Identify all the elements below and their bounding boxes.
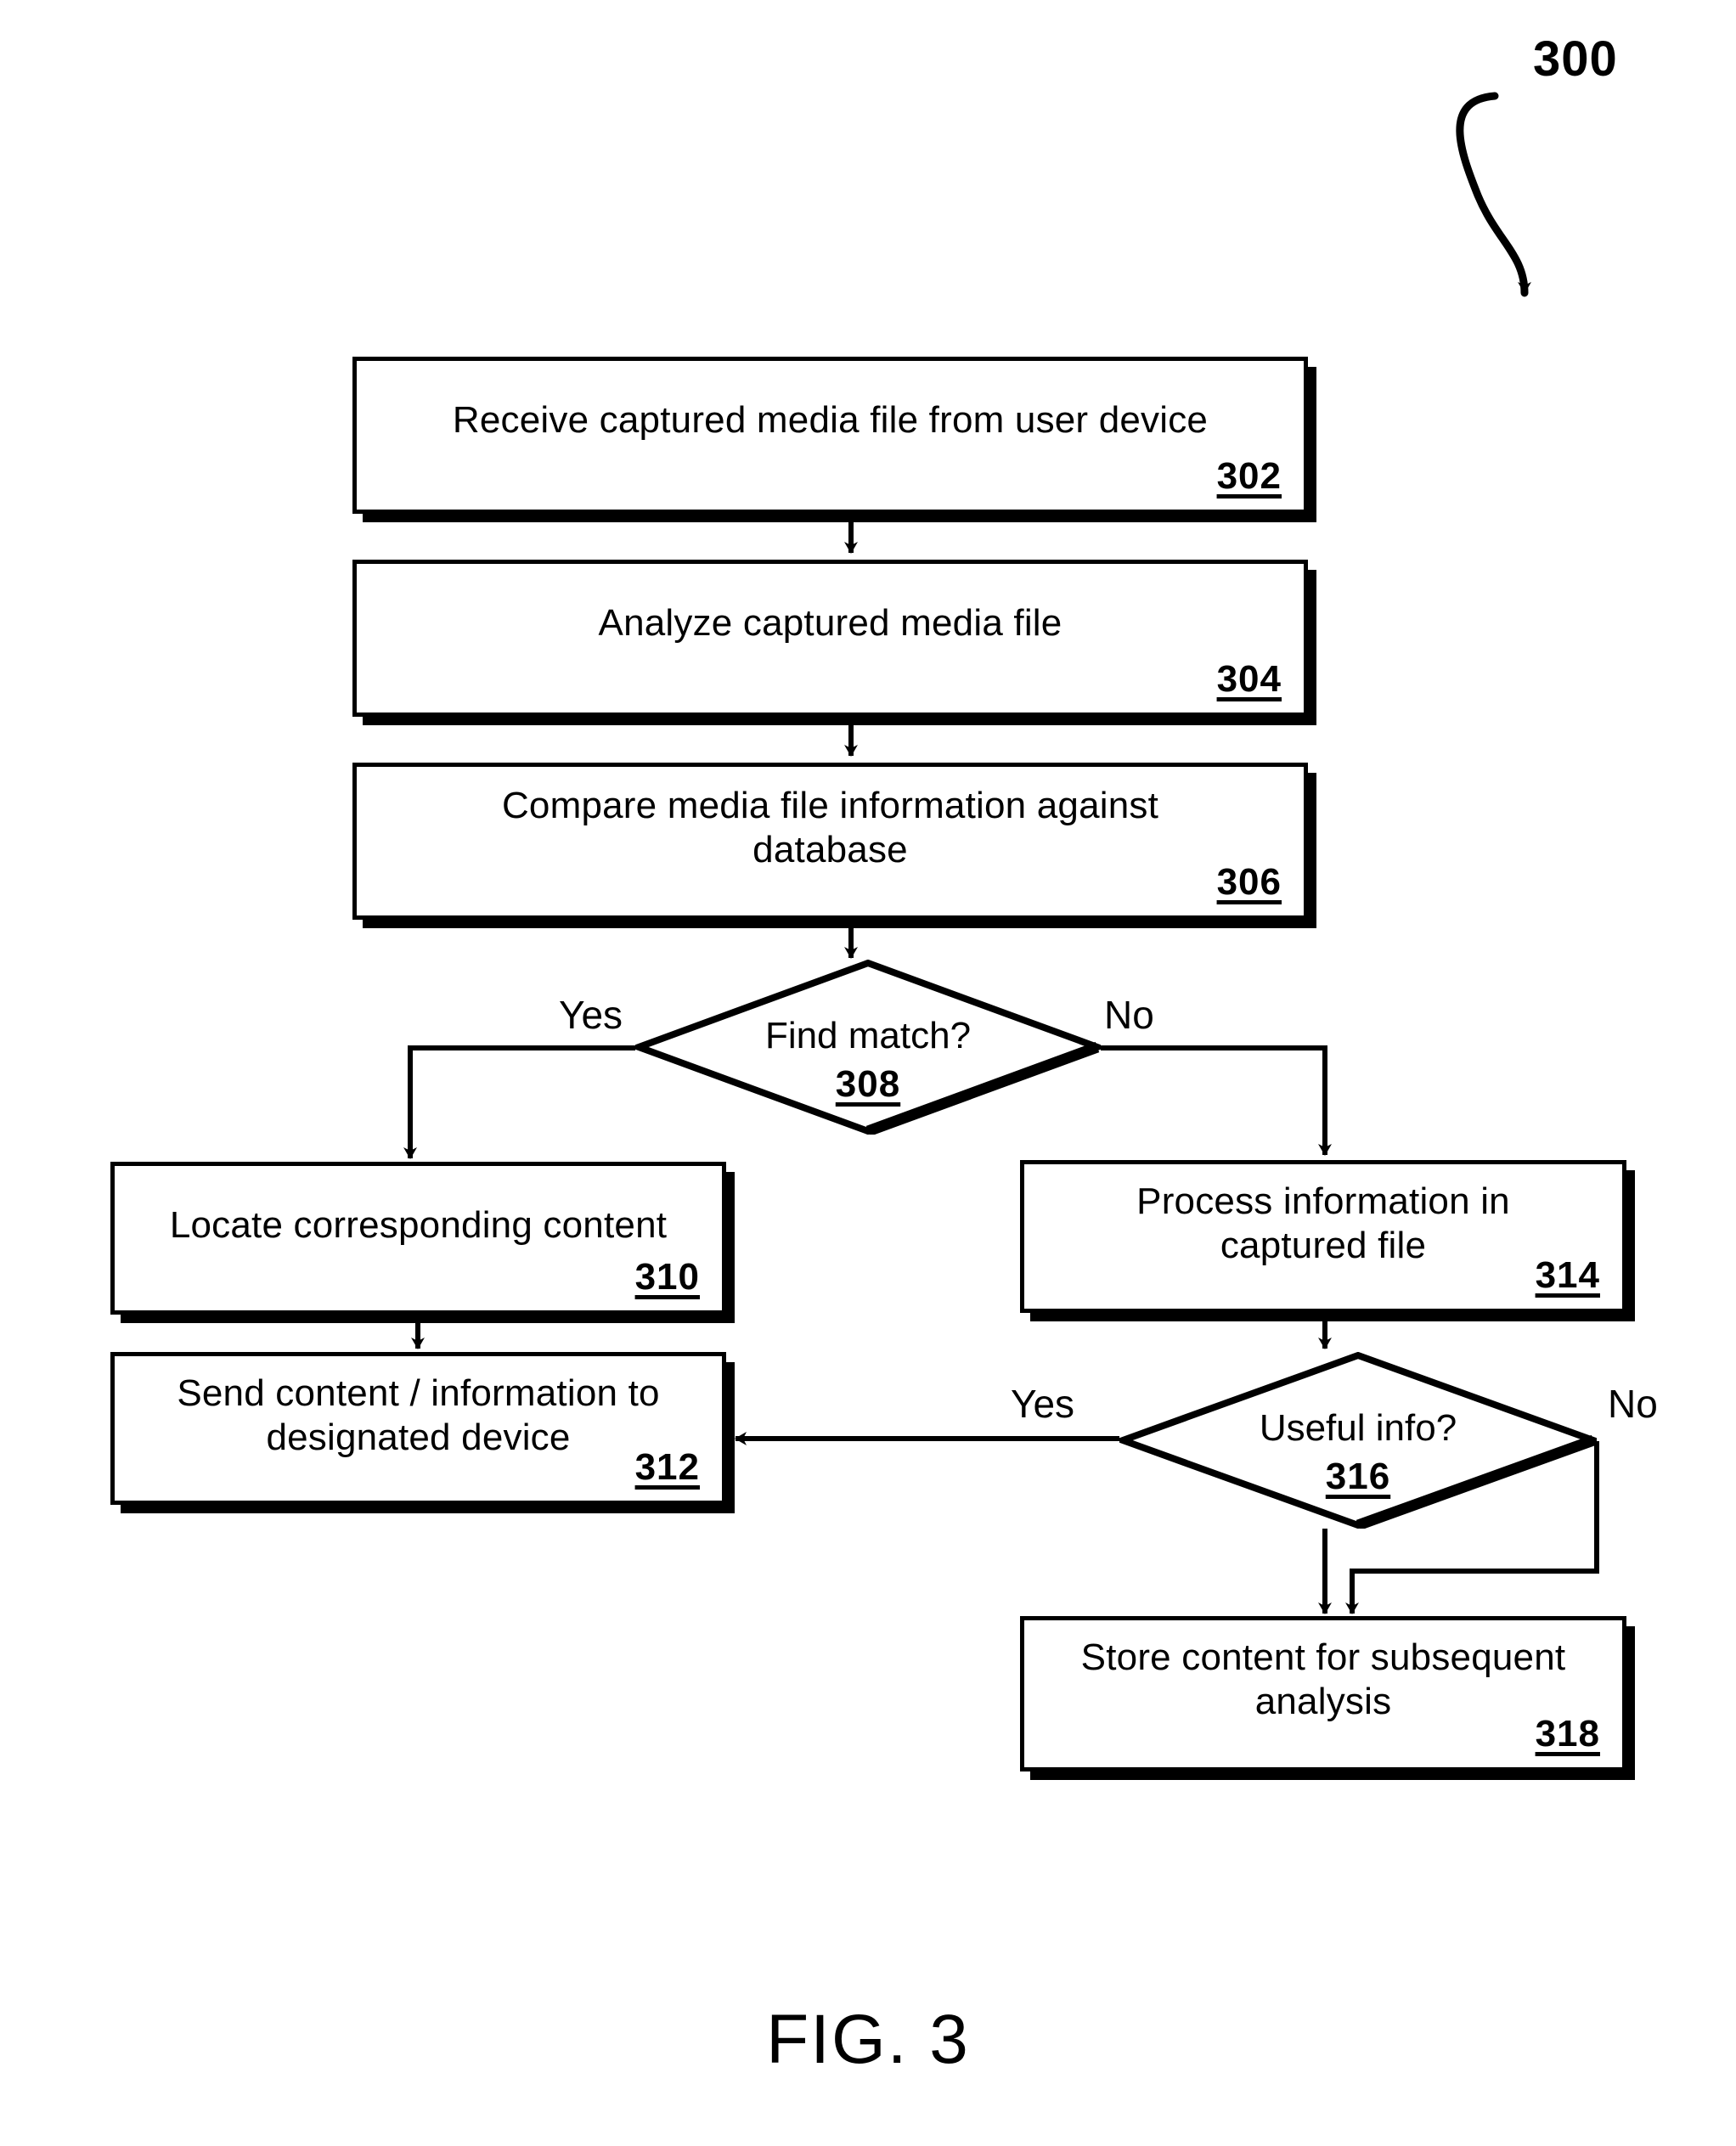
decision-node-308: Find match? 308 [635, 960, 1101, 1135]
process-node-306: Compare media file information against d… [352, 763, 1308, 920]
process-node-310-label: Locate corresponding content [169, 1204, 668, 1246]
patent-flowchart-figure: 300 Receive captured media file from use… [0, 0, 1736, 2146]
decision-node-316-ref: 316 [1325, 1456, 1391, 1497]
process-node-318: Store content for subsequent analysis 31… [1020, 1616, 1626, 1771]
process-node-314-ref: 314 [1535, 1254, 1600, 1296]
process-node-306-label: Compare media file information against d… [501, 785, 1159, 870]
process-node-314: Process information in captured file 314 [1020, 1160, 1626, 1313]
edge-label-useful-info-yes: Yes [1011, 1382, 1075, 1426]
decision-node-308-label: Find match? [764, 1015, 972, 1056]
process-node-304-ref: 304 [1216, 658, 1282, 700]
decision-node-316: Useful info? 316 [1119, 1352, 1597, 1529]
process-node-318-ref: 318 [1535, 1713, 1600, 1755]
decision-node-316-label: Useful info? [1259, 1407, 1457, 1449]
process-node-302-ref: 302 [1216, 455, 1282, 497]
process-node-312: Send content / information to designated… [110, 1352, 726, 1505]
edge-label-find-match-no: No [1104, 993, 1154, 1037]
process-node-310-ref: 310 [634, 1256, 700, 1298]
process-node-318-label: Store content for subsequent analysis [1080, 1636, 1566, 1722]
process-node-302: Receive captured media file from user de… [352, 357, 1308, 514]
reference-leader-line [1456, 92, 1531, 297]
figure-reference-number: 300 [1533, 31, 1618, 87]
process-node-312-label: Send content / information to designated… [177, 1372, 660, 1458]
decision-node-308-ref: 308 [835, 1063, 901, 1105]
process-node-306-ref: 306 [1216, 861, 1282, 903]
process-node-310: Locate corresponding content 310 [110, 1162, 726, 1315]
edge-308-no-to-314 [1101, 1045, 1332, 1156]
edge-308-yes-to-310 [403, 1045, 635, 1159]
edge-label-useful-info-no: No [1608, 1382, 1658, 1426]
process-node-304: Analyze captured media file 304 [352, 560, 1308, 717]
process-node-304-label: Analyze captured media file [598, 602, 1062, 644]
process-node-302-label: Receive captured media file from user de… [452, 399, 1209, 441]
figure-caption: FIG. 3 [766, 2001, 970, 2078]
edge-label-find-match-yes: Yes [559, 993, 623, 1037]
process-node-312-ref: 312 [634, 1446, 700, 1488]
process-node-314-label: Process information in captured file [1136, 1180, 1510, 1266]
